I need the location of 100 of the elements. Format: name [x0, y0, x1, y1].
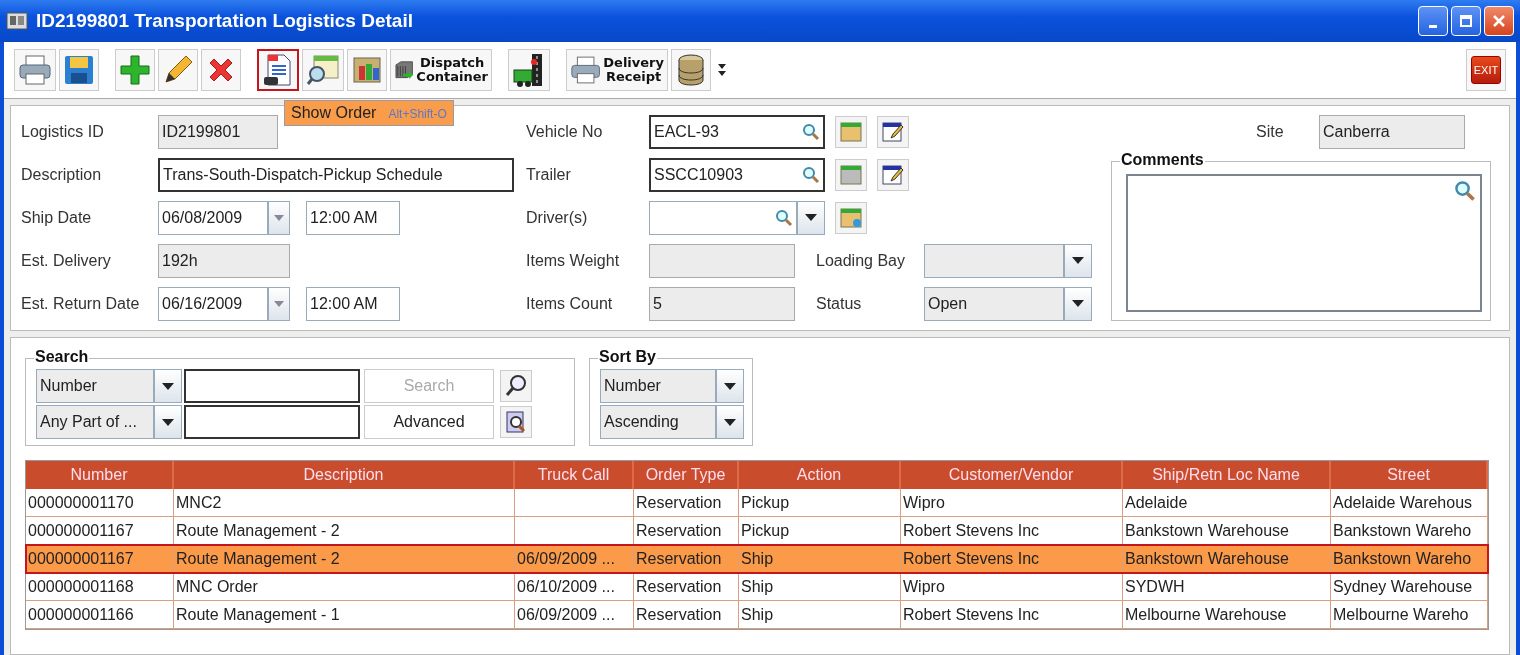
field-label: Status: [816, 294, 863, 313]
table-cell: Reservation: [636, 493, 722, 512]
document-icon: [262, 53, 294, 87]
close-button[interactable]: [1484, 6, 1514, 36]
tooltip: Show Order Alt+Shift-O: [284, 100, 454, 126]
list-button[interactable]: [835, 115, 867, 148]
table-icon: [839, 162, 863, 187]
field-label: Est. Return Date: [21, 294, 141, 313]
table-cell: Route Management - 2: [176, 549, 340, 568]
table-cell: Ship: [741, 549, 774, 568]
advanced-search-button[interactable]: [500, 406, 532, 438]
exit-button[interactable]: EXIT: [1466, 49, 1506, 91]
table-cell: Melbourne Wareho: [1333, 605, 1469, 624]
spreadsheet-icon: [351, 54, 383, 86]
edit-button[interactable]: [877, 158, 909, 191]
match-dropdown[interactable]: Any Part of ...: [36, 405, 154, 439]
table-cell: MNC2: [176, 493, 222, 512]
table-row[interactable]: 000000001167 Route Management - 2 06/09/2009 ... Reservation Ship Robert Stevens Inc Bankstown Warehouse Bankstown Wareho: [26, 545, 1488, 573]
items-count-field: 5: [649, 286, 795, 321]
table-person-icon: [839, 205, 863, 230]
time-field[interactable]: 12:00 AM: [306, 286, 400, 321]
dropdown-button[interactable]: [797, 200, 825, 235]
table-row[interactable]: 000000001170 MNC2 Reservation Pickup Wipro Adelaide Adelaide Warehous: [26, 489, 1488, 517]
table-cell: Adelaide Warehous: [1333, 493, 1473, 512]
search-input[interactable]: [184, 369, 360, 403]
field-label: Ship Date: [21, 208, 93, 227]
trailer-field[interactable]: SSCC10903: [649, 157, 825, 192]
date-dropdown-button[interactable]: [268, 286, 290, 321]
table-cell: Bankstown Wareho: [1333, 521, 1472, 540]
comments-field[interactable]: [1126, 174, 1482, 312]
table-row[interactable]: 000000001168 MNC Order 06/10/2009 ... Reservation Ship Wipro SYDWH Sydney Warehouse: [26, 573, 1488, 601]
field-label: Items Weight: [526, 251, 621, 270]
advanced-button[interactable]: Advanced: [364, 405, 494, 439]
field-label: Items Count: [526, 294, 614, 313]
table-cell: Bankstown Wareho: [1333, 549, 1472, 568]
table-cell: Ship: [741, 605, 774, 624]
form-pencil-icon: [881, 119, 905, 144]
dropdown-button[interactable]: [716, 405, 744, 439]
status-dropdown[interactable]: Open: [924, 286, 1064, 321]
table-cell: Ship: [741, 577, 774, 596]
table-row[interactable]: 000000001167 Route Management - 2 Reservation Pickup Robert Stevens Inc Bankstown Warehouse Bankstown Wareho: [26, 517, 1488, 545]
button-label: Delivery Receipt: [603, 56, 664, 84]
caret-icon: [724, 382, 737, 390]
date-field[interactable]: 06/08/2009: [158, 200, 268, 235]
table-cell: 000000001168: [28, 577, 134, 596]
search-icon-button[interactable]: [500, 370, 532, 402]
table-cell: Melbourne Warehouse: [1125, 605, 1287, 624]
table-row[interactable]: 000000001166 Route Management - 1 06/09/2009 ... Reservation Ship Robert Stevens Inc Melbourne Warehouse Melbourne Wareho: [26, 601, 1488, 629]
toolbar-button[interactable]: [257, 49, 299, 91]
printer-icon: [570, 54, 602, 86]
search-input[interactable]: [184, 405, 360, 439]
table-cell: MNC Order: [176, 577, 258, 596]
list-button[interactable]: [835, 158, 867, 191]
date-dropdown-button[interactable]: [268, 200, 290, 235]
dropdown-button[interactable]: [1064, 243, 1092, 278]
caret-icon: [162, 418, 174, 426]
table-cell: Reservation: [636, 577, 722, 596]
dropdown-button[interactable]: [1064, 286, 1092, 321]
caret-icon: [805, 214, 817, 221]
table-cell: 000000001170: [28, 493, 134, 512]
time-field[interactable]: 12:00 AM: [306, 200, 400, 235]
search-field-dropdown[interactable]: Number: [36, 369, 154, 403]
table-cell: 06/09/2009 ...: [517, 549, 615, 568]
table-cell: Pickup: [741, 521, 790, 540]
toolbar-button[interactable]: Dispatch Container: [390, 49, 492, 91]
drivers-field[interactable]: [649, 200, 797, 235]
table-cell: Bankstown Warehouse: [1125, 521, 1289, 540]
vehicle-field[interactable]: EACL-93: [649, 114, 825, 149]
date-field[interactable]: 06/16/2009: [158, 286, 268, 321]
sort-field-dropdown[interactable]: Number: [600, 369, 717, 403]
dropdown-button[interactable]: [154, 369, 182, 403]
field-label: Logistics ID: [21, 122, 105, 141]
dropdown-button[interactable]: [716, 369, 744, 403]
site-field: Canberra: [1319, 114, 1465, 149]
sort-order-dropdown[interactable]: Ascending: [600, 405, 717, 439]
table-cell: Reservation: [636, 605, 722, 624]
table-cell: 06/09/2009 ...: [517, 605, 615, 624]
logistics-id-field: ID2199801: [158, 114, 278, 149]
est-delivery-field: 192h: [158, 243, 290, 278]
maximize-button[interactable]: [1451, 6, 1481, 36]
table-cell: 000000001166: [28, 605, 134, 624]
minimize-icon: [1429, 24, 1437, 28]
driver-list-button[interactable]: [835, 201, 867, 234]
description-field[interactable]: Trans-South-Dispatch-Pickup Schedule: [158, 157, 514, 192]
magnifier-sheet-icon: [306, 54, 340, 86]
pencil-icon: [162, 54, 194, 86]
caret-icon: [724, 418, 737, 426]
search-icon: [775, 208, 793, 227]
field-label: Description: [21, 165, 103, 184]
caret-icon: [1072, 300, 1084, 307]
edit-button[interactable]: [877, 115, 909, 148]
toolbar-button[interactable]: Delivery Receipt: [566, 49, 668, 91]
dropdown-button[interactable]: [154, 405, 182, 439]
search-icon: [802, 122, 820, 141]
table-cell: Reservation: [636, 549, 722, 568]
minimize-button[interactable]: [1418, 6, 1448, 36]
table-cell: Route Management - 2: [176, 521, 340, 540]
plus-icon: [119, 54, 151, 86]
table-cell: Adelaide: [1125, 493, 1188, 512]
group-title: Sort By: [598, 348, 657, 366]
